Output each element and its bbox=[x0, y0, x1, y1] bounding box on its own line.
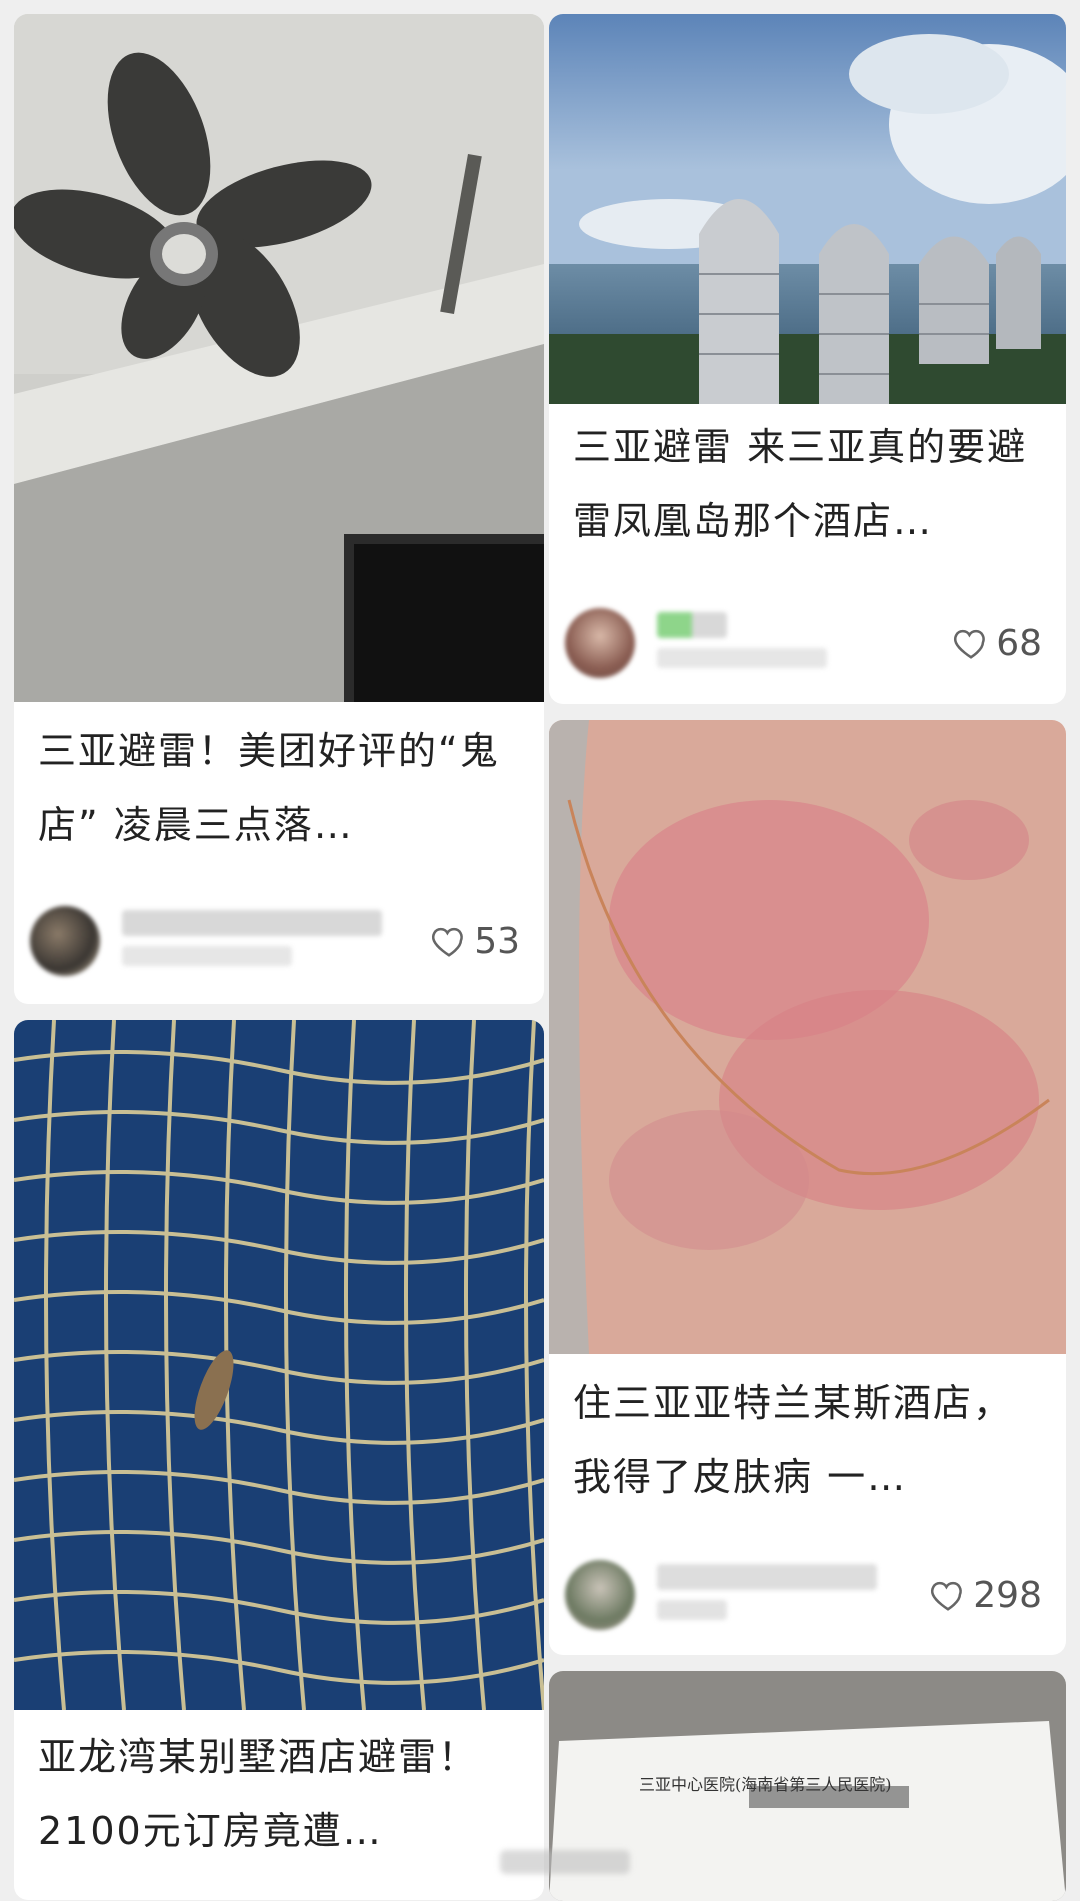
feed-card-4[interactable]: 亚龙湾某别墅酒店避雷！2100元订房竟遭… bbox=[14, 1020, 544, 1900]
post-date-blurred bbox=[657, 648, 827, 668]
author-avatar[interactable] bbox=[565, 608, 635, 678]
feed-card-3[interactable]: 住三亚亚特兰某斯酒店，我得了皮肤病 一… 298 bbox=[549, 720, 1066, 1655]
like-button[interactable]: 68 bbox=[952, 620, 1042, 666]
like-count: 68 bbox=[996, 622, 1042, 664]
card-meta: 53 bbox=[30, 900, 520, 986]
watermark-blurred bbox=[500, 1850, 630, 1874]
heart-outline-icon bbox=[931, 1581, 963, 1611]
document-header-text: 三亚中心医院(海南省第三人民医院) bbox=[639, 1775, 892, 1794]
post-date-blurred bbox=[657, 1600, 727, 1620]
feed-card-2[interactable]: 三亚避雷 来三亚真的要避雷凤凰岛那个酒店… 68 bbox=[549, 14, 1066, 704]
card-title[interactable]: 住三亚亚特兰某斯酒店，我得了皮肤病 一… bbox=[573, 1366, 1042, 1514]
card-image-pool-insect[interactable] bbox=[14, 1020, 544, 1710]
card-title[interactable]: 三亚避雷！美团好评的“鬼店” 凌晨三点落… bbox=[38, 714, 520, 862]
heart-outline-icon bbox=[432, 927, 464, 957]
author-avatar[interactable] bbox=[30, 906, 100, 976]
like-button[interactable]: 53 bbox=[430, 918, 520, 964]
card-meta: 68 bbox=[565, 602, 1042, 688]
card-title[interactable]: 三亚避雷 来三亚真的要避雷凤凰岛那个酒店… bbox=[573, 410, 1042, 558]
card-image-skin-rash[interactable] bbox=[549, 720, 1066, 1354]
author-name-blurred[interactable] bbox=[122, 910, 382, 936]
heart-outline-icon bbox=[954, 629, 986, 659]
author-name-blurred[interactable] bbox=[657, 612, 727, 638]
author-name-blurred[interactable] bbox=[657, 1564, 877, 1590]
feed-card-1[interactable]: 三亚避雷！美团好评的“鬼店” 凌晨三点落… 53 bbox=[14, 14, 544, 1004]
like-count: 298 bbox=[973, 1574, 1042, 1616]
card-title[interactable]: 亚龙湾某别墅酒店避雷！2100元订房竟遭… bbox=[38, 1720, 520, 1868]
post-date-blurred bbox=[122, 946, 292, 966]
card-meta: 298 bbox=[565, 1554, 1042, 1640]
card-image-phoenix-island[interactable] bbox=[549, 14, 1066, 404]
like-count: 53 bbox=[474, 920, 520, 962]
like-button[interactable]: 298 bbox=[929, 1572, 1042, 1618]
card-image-ceiling-fan[interactable] bbox=[14, 14, 544, 702]
author-avatar[interactable] bbox=[565, 1560, 635, 1630]
